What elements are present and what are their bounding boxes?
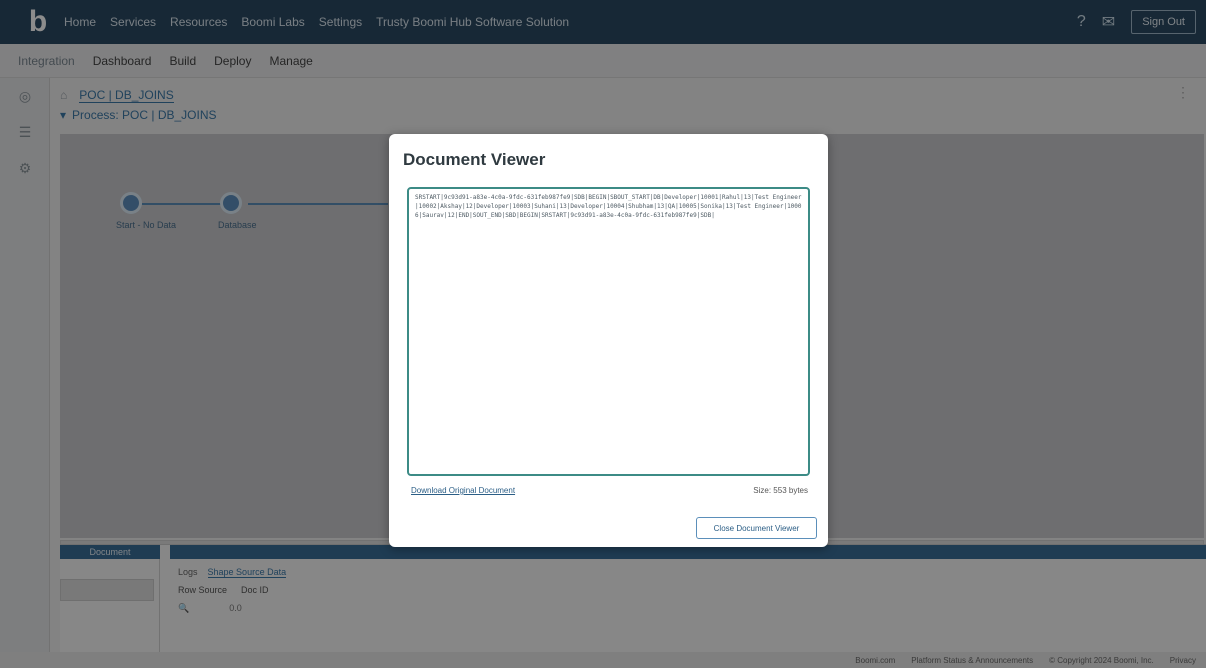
- download-original-document-link[interactable]: Download Original Document: [411, 486, 515, 495]
- close-document-viewer-button[interactable]: Close Document Viewer: [696, 517, 817, 539]
- document-text: SRSTART|9c93d91-a83e-4c0a-9fdc-631feb987…: [415, 194, 802, 219]
- document-content-area[interactable]: SRSTART|9c93d91-a83e-4c0a-9fdc-631feb987…: [407, 187, 810, 476]
- dialog-title: Document Viewer: [403, 150, 546, 169]
- document-viewer-dialog: Document Viewer SRSTART|9c93d91-a83e-4c0…: [389, 134, 828, 547]
- document-size: Size: 553 bytes: [753, 486, 808, 495]
